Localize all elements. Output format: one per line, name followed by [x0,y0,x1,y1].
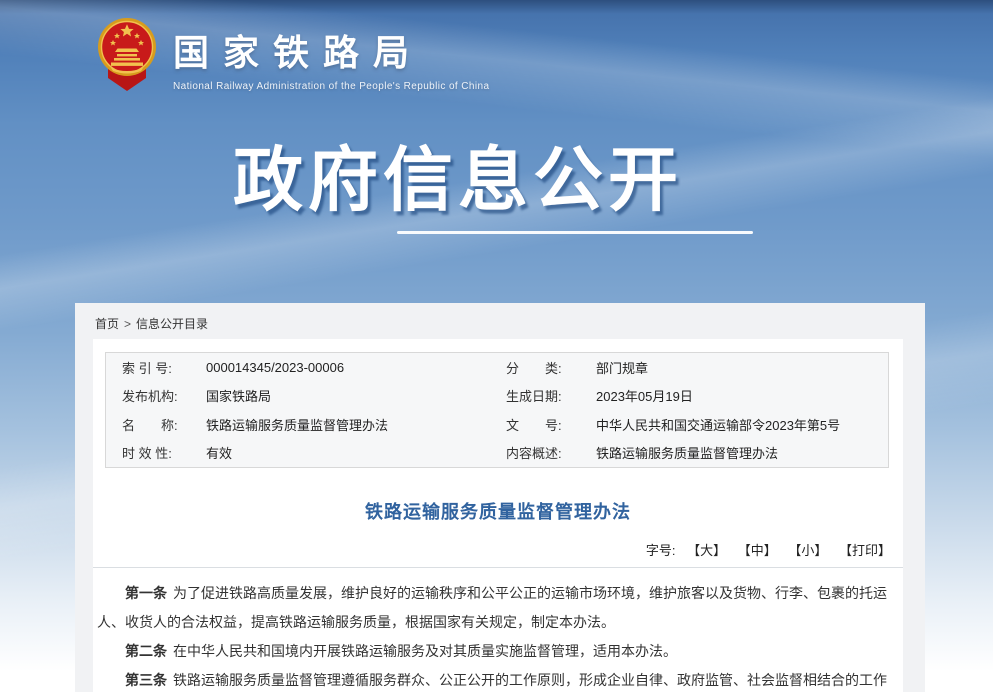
page-banner-title: 政府信息公开 [0,124,916,225]
agency-name: 国家铁路局 [173,24,489,76]
content-wrapper: 首页 > 信息公开目录 索 引 号: 000014345/2023-00006 分 … [75,303,925,692]
font-size-label: 字号: [646,543,676,558]
document-card: 索 引 号: 000014345/2023-00006 分 类: 部门规章 发布… [93,339,903,692]
paragraph-lead: 第二条 [125,643,167,659]
meta-value-index-no: 000014345/2023-00006 [206,360,506,375]
paragraph-text: 为了促进铁路高质量发展，维护良好的运输秩序和公平公正的运输市场环境，维护旅客以及… [97,585,887,630]
prc-national-emblem-icon [95,16,159,94]
meta-value-date: 2023年05月19日 [596,386,888,405]
meta-label-date: 生成日期: [506,386,596,405]
breadcrumb-home-link[interactable]: 首页 [95,317,119,331]
font-size-toolbar: 字号: 【大】 【中】 【小】 【打印】 [93,540,903,559]
banner-underline [397,231,753,234]
agency-name-en: National Railway Administration of the P… [173,81,489,92]
meta-value-category: 部门规章 [596,358,888,377]
document-meta-table: 索 引 号: 000014345/2023-00006 分 类: 部门规章 发布… [105,352,889,468]
meta-value-issuer: 国家铁路局 [206,386,506,405]
meta-label-validity: 时 效 性: [122,443,206,462]
table-row: 名 称: 铁路运输服务质量监督管理办法 文 号: 中华人民共和国交通运输部令20… [106,410,888,439]
paragraph-text: 在中华人民共和国境内开展铁路运输服务及对其质量实施监督管理，适用本办法。 [173,643,677,659]
print-button[interactable]: 【打印】 [839,543,891,558]
article-title: 铁路运输服务质量监督管理办法 [93,498,903,524]
table-row: 索 引 号: 000014345/2023-00006 分 类: 部门规章 [106,353,888,382]
article-paragraph-3: 第三条铁路运输服务质量监督管理遵循服务群众、公正公开的工作原则，形成企业自律、政… [97,666,899,692]
page: { "header": { "agency_name": "国家铁路局", "a… [0,0,993,692]
meta-label-doc-no: 文 号: [506,415,596,434]
article-body: 第一条为了促进铁路高质量发展，维护良好的运输秩序和公平公正的运输市场环境，维护旅… [93,568,903,692]
table-row: 发布机构: 国家铁路局 生成日期: 2023年05月19日 [106,382,888,411]
font-medium-button[interactable]: 【中】 [738,543,777,558]
meta-label-summary: 内容概述: [506,443,596,462]
meta-label-category: 分 类: [506,358,596,377]
meta-label-issuer: 发布机构: [122,386,206,405]
agency-title-block: 国家铁路局 National Railway Administration of… [173,16,489,92]
paragraph-lead: 第三条 [125,672,167,688]
font-large-button[interactable]: 【大】 [687,543,726,558]
breadcrumb-separator: > [124,317,131,331]
meta-value-doc-no: 中华人民共和国交通运输部令2023年第5号 [596,415,888,434]
meta-value-summary: 铁路运输服务质量监督管理办法 [596,443,888,462]
table-row: 时 效 性: 有效 内容概述: 铁路运输服务质量监督管理办法 [106,439,888,468]
meta-value-name: 铁路运输服务质量监督管理办法 [206,415,506,434]
meta-label-index-no: 索 引 号: [122,358,206,377]
paragraph-text: 铁路运输服务质量监督管理遵循服务群众、公正公开的工作原则，形成企业自律、政府监管… [97,672,887,692]
meta-label-name: 名 称: [122,415,206,434]
article-paragraph-1: 第一条为了促进铁路高质量发展，维护良好的运输秩序和公平公正的运输市场环境，维护旅… [97,579,899,637]
site-logo[interactable]: 国家铁路局 National Railway Administration of… [95,16,489,94]
breadcrumb-current-link[interactable]: 信息公开目录 [136,317,208,331]
paragraph-lead: 第一条 [125,585,167,601]
font-small-button[interactable]: 【小】 [788,543,827,558]
article-paragraph-2: 第二条在中华人民共和国境内开展铁路运输服务及对其质量实施监督管理，适用本办法。 [97,637,899,666]
meta-value-validity: 有效 [206,443,506,462]
breadcrumb: 首页 > 信息公开目录 [95,315,208,332]
